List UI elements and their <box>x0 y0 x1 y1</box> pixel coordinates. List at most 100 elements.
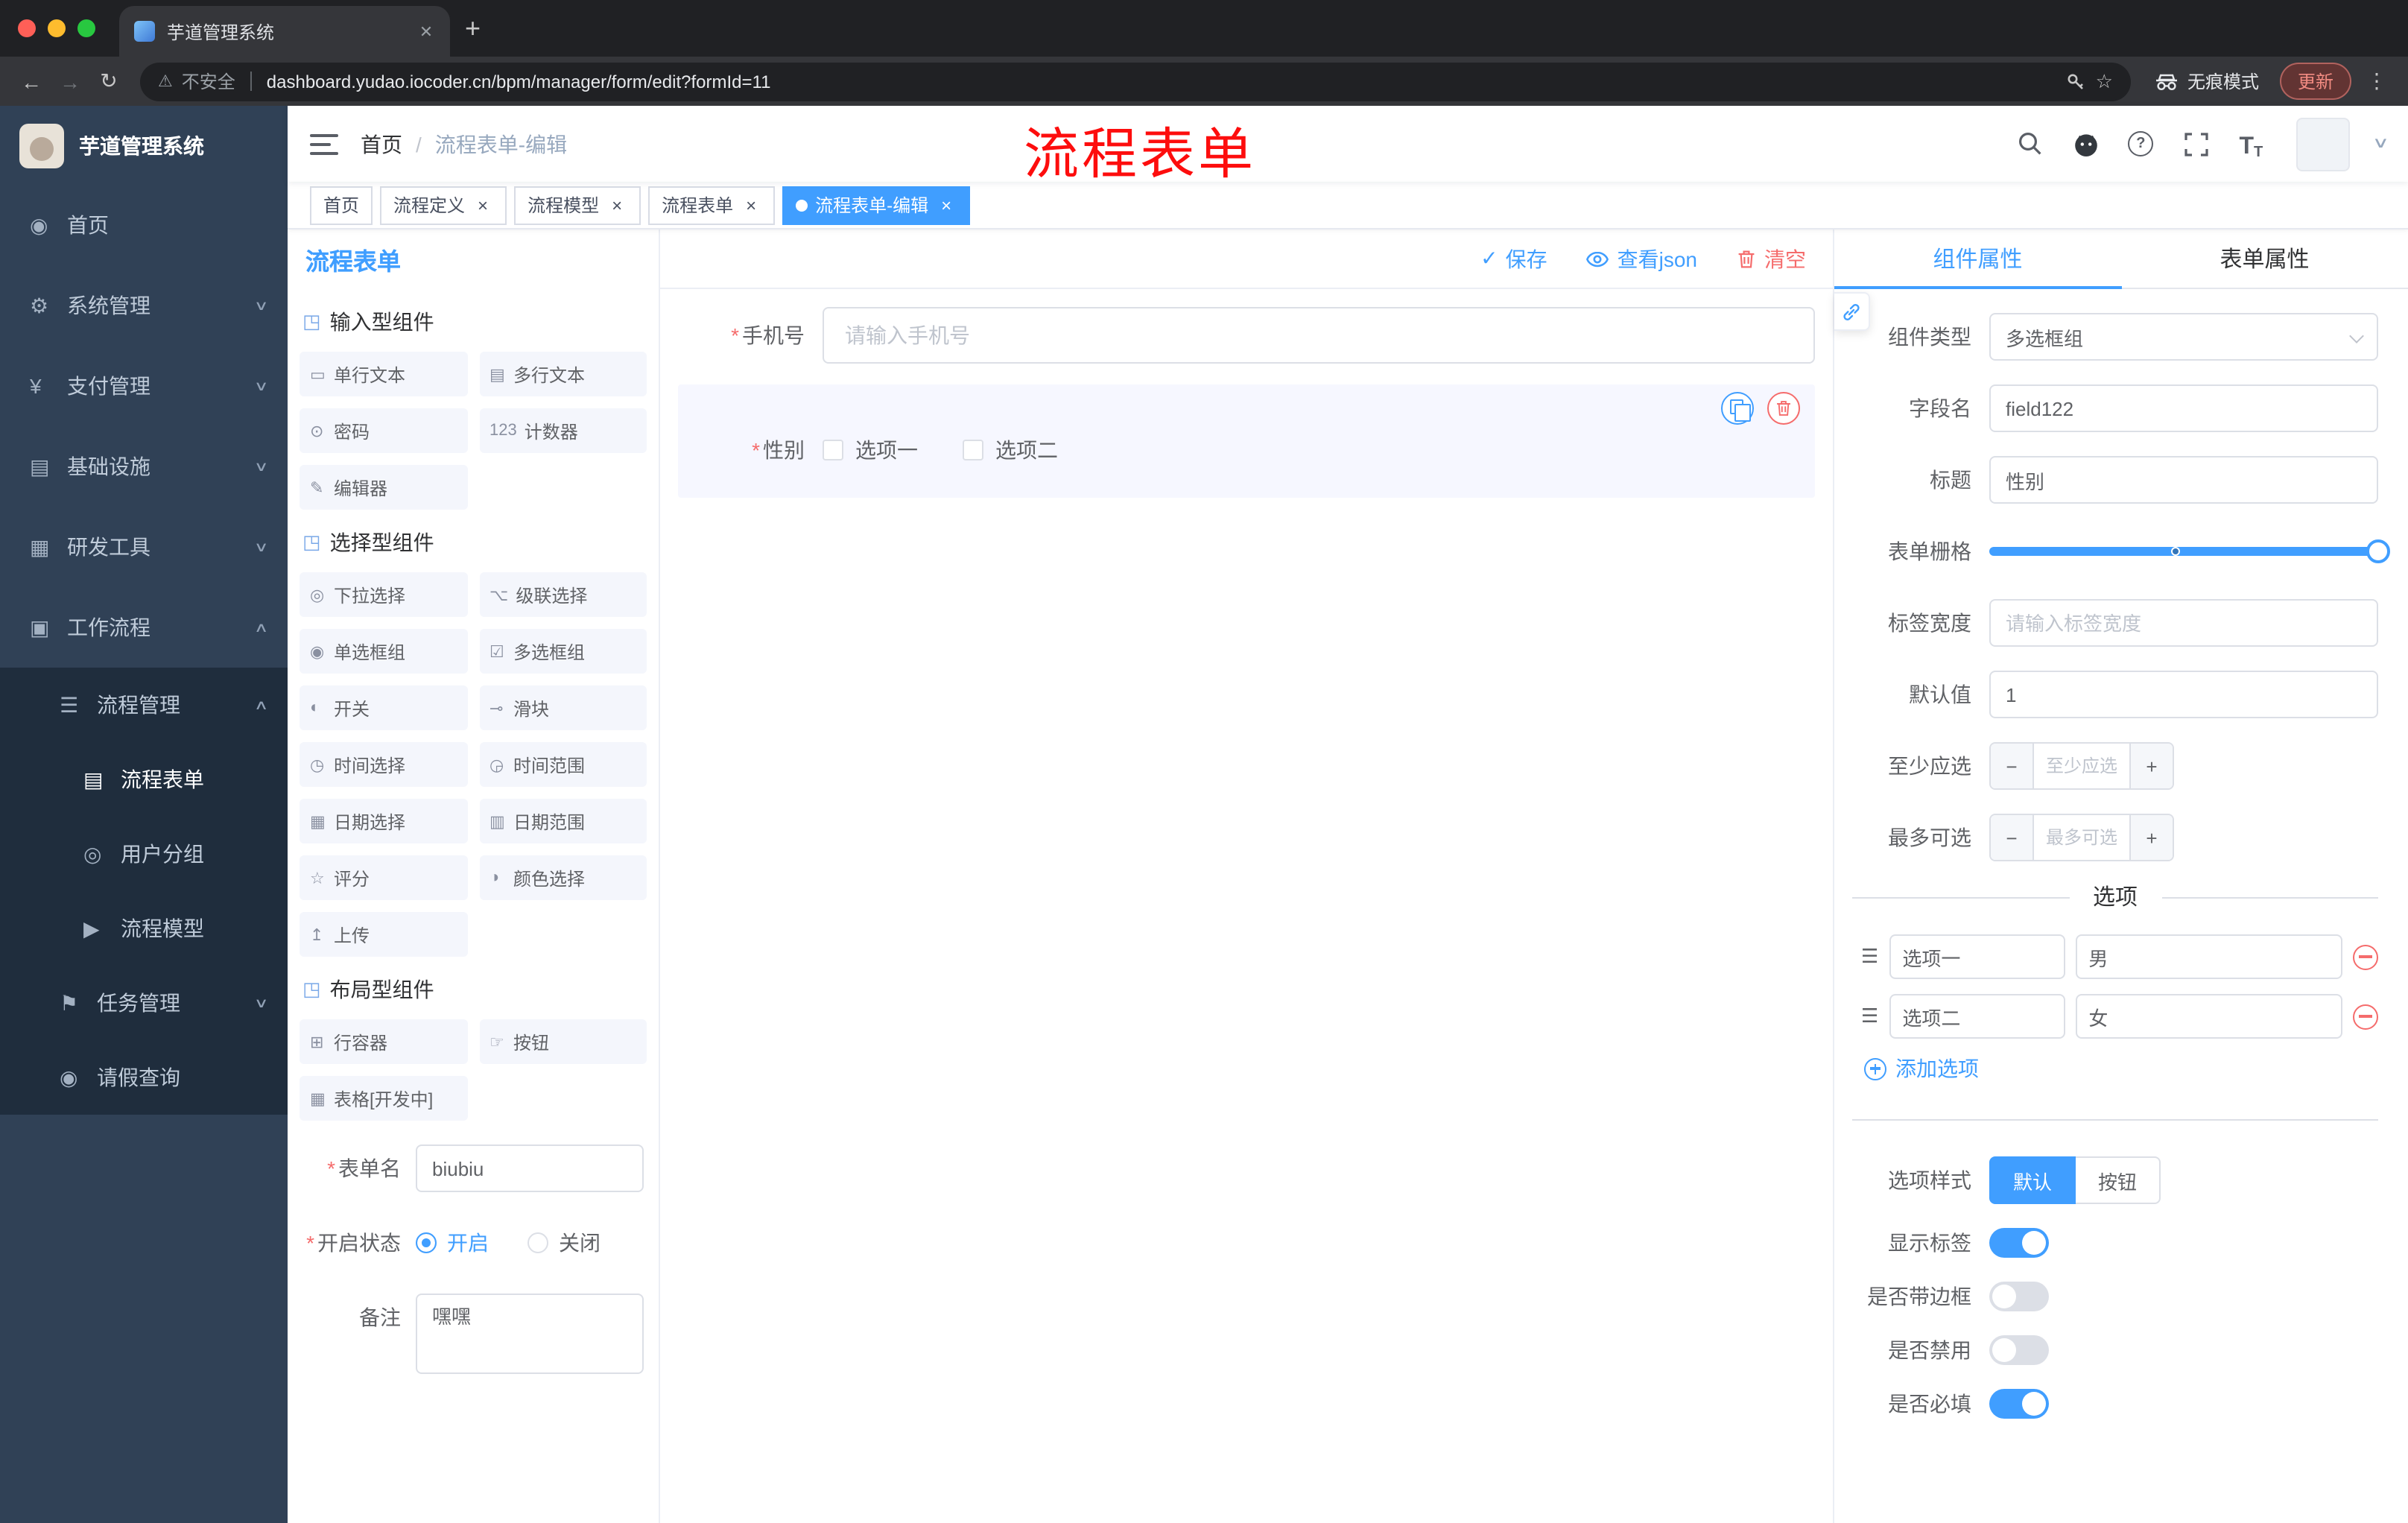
component-item[interactable]: ⊸ 滑块 <box>479 685 647 730</box>
required-switch[interactable] <box>1989 1389 2049 1419</box>
component-item[interactable]: ☑ 多选框组 <box>479 629 647 674</box>
style-button-button[interactable]: 按钮 <box>2076 1156 2161 1204</box>
tag-process-definition[interactable]: 流程定义 × <box>380 186 507 224</box>
sidebar-item-devtools[interactable]: ▦ 研发工具 ∨ <box>0 507 288 587</box>
tab-component-props[interactable]: 组件属性 <box>1834 229 2121 289</box>
view-json-button[interactable]: 查看json <box>1586 244 1697 273</box>
sidebar-item-workflow[interactable]: ▣ 工作流程 ∧ <box>0 587 288 668</box>
option-value-input[interactable] <box>2075 934 2342 979</box>
sidebar-logo[interactable]: 芋道管理系统 <box>0 106 288 185</box>
new-tab-button[interactable]: + <box>450 13 495 57</box>
checkbox-option-2[interactable]: 选项二 <box>963 435 1058 465</box>
link-badge[interactable] <box>1834 292 1870 331</box>
sidebar-item-process-management[interactable]: ☰ 流程管理 ∧ <box>0 668 288 742</box>
breadcrumb-home[interactable]: 首页 <box>361 129 402 159</box>
sidebar-item-task-management[interactable]: ⚑ 任务管理 ∨ <box>0 966 288 1040</box>
minimize-window-button[interactable] <box>48 19 66 37</box>
sidebar-item-process-form[interactable]: ▤ 流程表单 <box>0 742 288 817</box>
save-button[interactable]: ✓ 保存 <box>1480 244 1547 273</box>
tab-form-props[interactable]: 表单属性 <box>2121 229 2408 288</box>
option-label-input[interactable] <box>1889 934 2065 979</box>
sidebar-item-process-model[interactable]: ▶ 流程模型 <box>0 891 288 966</box>
back-icon[interactable]: ← <box>12 62 51 101</box>
grid-slider[interactable] <box>1989 528 2390 575</box>
component-type-select[interactable] <box>1989 313 2378 361</box>
form-name-input[interactable] <box>416 1144 644 1192</box>
phone-input[interactable] <box>823 307 1815 364</box>
disabled-switch[interactable] <box>1989 1335 2049 1365</box>
component-item[interactable]: ✎ 编辑器 <box>300 465 467 510</box>
remove-option-icon[interactable] <box>2353 1004 2378 1029</box>
tag-close-icon[interactable]: × <box>936 194 957 215</box>
sidebar-item-infrastructure[interactable]: ▤ 基础设施 ∨ <box>0 426 288 507</box>
tag-close-icon[interactable]: × <box>472 194 493 215</box>
show-label-switch[interactable] <box>1989 1228 2049 1258</box>
close-window-button[interactable] <box>18 19 36 37</box>
field-name-input[interactable] <box>1989 384 2378 432</box>
slider-thumb[interactable] <box>2366 539 2390 563</box>
component-item[interactable]: ◐ 开关 <box>300 685 467 730</box>
increase-button[interactable]: + <box>2129 815 2173 860</box>
avatar[interactable] <box>2295 117 2350 171</box>
remove-option-icon[interactable] <box>2353 944 2378 969</box>
browser-menu-icon[interactable]: ⋮ <box>2357 69 2396 94</box>
component-item[interactable]: ◷ 时间选择 <box>300 742 467 787</box>
browser-tab[interactable]: 芋道管理系统 ✕ <box>119 6 450 57</box>
tag-process-form[interactable]: 流程表单 × <box>648 186 776 224</box>
component-item[interactable]: ◎ 下拉选择 <box>300 572 467 617</box>
decrease-button[interactable]: − <box>1991 744 2034 788</box>
url-text[interactable]: dashboard.yudao.iocoder.cn/bpm/manager/f… <box>267 71 771 92</box>
component-item[interactable]: ◑ 颜色选择 <box>479 855 647 900</box>
component-item[interactable]: ◉ 单选框组 <box>300 629 467 674</box>
increase-button[interactable]: + <box>2129 744 2173 788</box>
github-icon[interactable] <box>2069 127 2102 160</box>
component-item[interactable]: 123 计数器 <box>479 408 647 453</box>
max-checked-input[interactable] <box>2034 815 2129 860</box>
sidebar-item-payment[interactable]: ¥ 支付管理 ∨ <box>0 346 288 426</box>
sidebar-item-user-group[interactable]: ◎ 用户分组 <box>0 817 288 891</box>
component-item[interactable]: ▦ 日期选择 <box>300 799 467 843</box>
sidebar-item-leave-query[interactable]: ◉ 请假查询 <box>0 1040 288 1115</box>
component-item[interactable]: ⊞ 行容器 <box>300 1019 467 1064</box>
sidebar-item-home[interactable]: ◉ 首页 <box>0 185 288 265</box>
component-item[interactable]: ▭ 单行文本 <box>300 352 467 396</box>
sidebar-collapse-icon[interactable] <box>310 133 338 154</box>
reload-icon[interactable]: ↻ <box>89 62 128 101</box>
tag-process-form-edit[interactable]: 流程表单-编辑 × <box>782 186 971 224</box>
option-value-input[interactable] <box>2075 994 2342 1039</box>
clear-button[interactable]: 清空 <box>1736 244 1806 273</box>
min-checked-input[interactable] <box>2034 744 2129 788</box>
border-switch[interactable] <box>1989 1282 2049 1311</box>
security-label[interactable]: 不安全 <box>182 69 235 94</box>
delete-field-button[interactable] <box>1767 392 1800 425</box>
form-remark-textarea[interactable]: 嘿嘿 <box>416 1294 644 1374</box>
component-item[interactable]: ⌥ 级联选择 <box>479 572 647 617</box>
drag-handle-icon[interactable]: ☰ <box>1861 1004 1878 1028</box>
decrease-button[interactable]: − <box>1991 815 2034 860</box>
drag-handle-icon[interactable]: ☰ <box>1861 945 1878 969</box>
radio-off[interactable]: 关闭 <box>527 1228 601 1258</box>
component-item[interactable]: ☞ 按钮 <box>479 1019 647 1064</box>
font-size-icon[interactable]: TT <box>2234 127 2267 160</box>
tab-close-icon[interactable]: ✕ <box>414 19 438 43</box>
radio-on[interactable]: 开启 <box>416 1228 489 1258</box>
bookmark-star-icon[interactable]: ☆ <box>2096 69 2113 93</box>
label-width-input[interactable] <box>1989 599 2378 647</box>
forward-icon[interactable]: → <box>51 62 89 101</box>
sidebar-item-system[interactable]: ⚙ 系统管理 ∨ <box>0 265 288 346</box>
address-bar[interactable]: ⚠ 不安全 dashboard.yudao.iocoder.cn/bpm/man… <box>140 62 2131 101</box>
component-item[interactable]: ⊙ 密码 <box>300 408 467 453</box>
component-item[interactable]: ▥ 日期范围 <box>479 799 647 843</box>
tag-close-icon[interactable]: × <box>741 194 761 215</box>
search-icon[interactable] <box>2014 127 2047 160</box>
fullscreen-icon[interactable] <box>2179 127 2212 160</box>
component-item[interactable]: ▤ 多行文本 <box>479 352 647 396</box>
slider-track[interactable] <box>1989 539 2390 563</box>
tag-close-icon[interactable]: × <box>606 194 627 215</box>
copy-field-button[interactable] <box>1721 392 1754 425</box>
component-item[interactable]: ◶ 时间范围 <box>479 742 647 787</box>
avatar-caret-icon[interactable]: ∨ <box>2371 136 2389 152</box>
default-value-input[interactable] <box>1989 671 2378 718</box>
component-item[interactable]: ☆ 评分 <box>300 855 467 900</box>
tag-process-model[interactable]: 流程模型 × <box>514 186 641 224</box>
